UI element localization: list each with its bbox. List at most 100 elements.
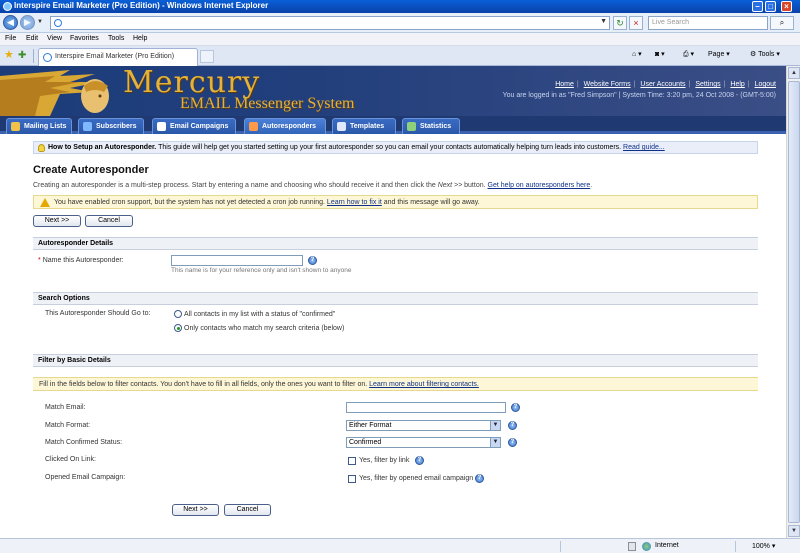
vertical-scrollbar[interactable]: ▲ ▼ [786, 66, 800, 538]
stop-icon[interactable]: × [629, 16, 643, 30]
required-marker: * [38, 257, 41, 264]
menu-help[interactable]: Help [133, 35, 147, 42]
link-home[interactable]: Home [555, 81, 574, 88]
window-title: Interspire Email Marketer (Pro Edition) … [14, 1, 269, 10]
maximize-button[interactable]: □ [765, 1, 776, 12]
menu-favorites[interactable]: Favorites [70, 35, 99, 42]
statistics-icon [407, 122, 416, 131]
url-dropdown-icon[interactable]: ▼ [600, 18, 607, 25]
warning-body: You have enabled cron support, but the s… [54, 199, 327, 206]
radio-search-criteria[interactable] [174, 324, 182, 332]
filter-info-body: Fill in the fields below to filter conta… [39, 381, 370, 388]
section-filter-basic: Filter by Basic Details [33, 354, 758, 367]
zoom-level[interactable]: 100% ▾ [752, 542, 775, 550]
subscribers-icon [83, 122, 92, 131]
warning-end: and this message will go away. [381, 199, 480, 206]
tab-email-campaigns[interactable]: Email Campaigns [152, 118, 236, 134]
match-format-select[interactable]: Either Format ▼ [346, 420, 501, 431]
menu-tools[interactable]: Tools [108, 35, 124, 42]
tab-statistics-label: Statistics [420, 123, 452, 130]
home-icon[interactable]: ⌂ ▾ [632, 50, 642, 58]
window-titlebar: Interspire Email Marketer (Pro Edition) … [0, 0, 800, 13]
clicked-link-checkbox[interactable] [348, 457, 356, 465]
name-help-icon[interactable]: ? [308, 256, 317, 265]
app-header: Mercury EMAIL Messenger System Home | Web… [0, 66, 786, 116]
refresh-icon[interactable]: ↻ [613, 16, 627, 30]
section-filter-title: Filter by Basic Details [38, 357, 111, 364]
header-links: Home | Website Forms | User Accounts | Sett… [555, 81, 776, 88]
main-content: How to Setup an Autoresponder. This guid… [0, 137, 786, 537]
filter-info-text: Fill in the fields below to filter conta… [39, 381, 479, 388]
fix-cron-link[interactable]: Learn how to fix it [327, 199, 382, 206]
link-website-forms[interactable]: Website Forms [584, 81, 631, 88]
match-format-help-icon[interactable]: ? [508, 421, 517, 430]
match-confirmed-select[interactable]: Confirmed ▼ [346, 437, 501, 448]
back-button[interactable]: ◀ [3, 15, 18, 30]
match-format-label: Match Format: [45, 422, 91, 429]
link-logout[interactable]: Logout [755, 81, 776, 88]
opened-campaign-help-icon[interactable]: ? [475, 474, 484, 483]
tab-templates[interactable]: Templates [332, 118, 396, 134]
match-email-help-icon[interactable]: ? [511, 403, 520, 412]
tab-subscribers[interactable]: Subscribers [78, 118, 144, 134]
recent-pages-dropdown-icon[interactable]: ▼ [37, 19, 43, 25]
link-settings[interactable]: Settings [695, 81, 720, 88]
print-icon[interactable]: ⎙ ▾ [683, 50, 694, 59]
link-help[interactable]: Help [730, 81, 744, 88]
goto-label: This Autoresponder Should Go to: [45, 310, 151, 317]
section-search-options: Search Options [33, 292, 758, 305]
url-input[interactable]: ▼ [50, 16, 610, 30]
match-email-label: Match Email: [45, 404, 86, 411]
next-button-top[interactable]: Next >> [33, 215, 81, 227]
new-tab-button[interactable] [200, 50, 214, 63]
menu-file[interactable]: File [5, 35, 16, 42]
internet-zone-icon [642, 542, 651, 551]
clicked-link-help-icon[interactable]: ? [415, 456, 424, 465]
match-confirmed-help-icon[interactable]: ? [508, 438, 517, 447]
intro-text-1: Creating an autoresponder is a multi-ste… [33, 182, 438, 189]
security-icon [628, 542, 636, 551]
logo-subtitle: EMAIL Messenger System [180, 95, 355, 112]
tab-autoresponders[interactable]: Autoresponders [244, 118, 326, 134]
feeds-icon[interactable]: ◙ ▾ [655, 50, 665, 58]
radio-all-contacts[interactable] [174, 310, 182, 318]
zoom-value: 100% [752, 543, 770, 550]
scroll-up-icon[interactable]: ▲ [788, 67, 800, 79]
next-button-bottom[interactable]: Next >> [172, 504, 219, 516]
opened-campaign-checkbox[interactable] [348, 475, 356, 483]
main-nav-tabs: Mailing Lists Subscribers Email Campaign… [0, 116, 786, 134]
tab-mailing-lists-label: Mailing Lists [24, 123, 67, 130]
tools-menu[interactable]: ⚙ Tools ▾ [750, 50, 780, 58]
tab-templates-label: Templates [350, 123, 385, 130]
add-favorites-icon[interactable]: ✚ [18, 50, 26, 61]
live-search-input[interactable]: Live Search [648, 16, 768, 30]
tab-page-icon [43, 53, 52, 62]
logged-in-status: You are logged in as "Fred Simpson" | Sy… [502, 92, 776, 99]
cancel-button-bottom[interactable]: Cancel [224, 504, 271, 516]
guide-tip-bar: How to Setup an Autoresponder. This guid… [33, 141, 758, 154]
tab-statistics[interactable]: Statistics [402, 118, 460, 134]
cancel-button-top[interactable]: Cancel [85, 215, 133, 227]
link-user-accounts[interactable]: User Accounts [640, 81, 685, 88]
tab-email-campaigns-label: Email Campaigns [170, 123, 229, 130]
autoresponder-name-input[interactable] [171, 255, 303, 266]
favorites-star-icon[interactable]: ★ [4, 50, 14, 61]
page-menu[interactable]: Page ▾ [708, 50, 730, 58]
minimize-button[interactable]: – [752, 1, 763, 12]
scroll-down-icon[interactable]: ▼ [788, 525, 800, 537]
tab-mailing-lists[interactable]: Mailing Lists [6, 118, 72, 134]
forward-button[interactable]: ▶ [20, 15, 35, 30]
browser-tab[interactable]: Interspire Email Marketer (Pro Edition) [38, 48, 198, 66]
read-guide-link[interactable]: Read guide... [623, 144, 665, 151]
close-window-button[interactable]: × [781, 1, 792, 12]
scrollbar-thumb[interactable] [788, 81, 800, 523]
warning-icon [40, 198, 50, 207]
match-email-input[interactable] [346, 402, 506, 413]
menu-edit[interactable]: Edit [26, 35, 38, 42]
section-search-title: Search Options [38, 295, 90, 302]
autoresponder-help-link[interactable]: Get help on autoresponders here [488, 182, 591, 189]
search-go-icon[interactable]: ⌕ [770, 16, 794, 30]
menu-view[interactable]: View [47, 35, 62, 42]
filter-info-bar: Fill in the fields below to filter conta… [33, 377, 758, 391]
filter-learn-more-link[interactable]: Learn more about filtering contacts. [369, 381, 479, 388]
